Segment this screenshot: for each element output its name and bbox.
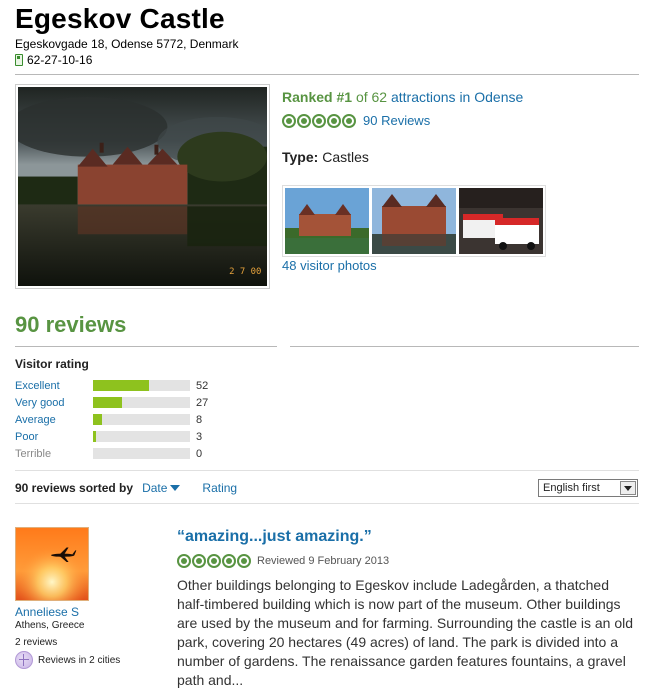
language-select[interactable]: English first [538, 479, 638, 497]
rating-breakdown: Excellent 52 Very good 27 Average 8 Poor 3 Terri… [15, 377, 208, 462]
rating-count: 8 [196, 413, 203, 426]
sort-down-icon [170, 485, 181, 491]
ranked-prefix: Ranked #1 [282, 89, 353, 105]
type-label: Type: [282, 149, 319, 165]
type-value: Castles [322, 149, 369, 165]
review-title[interactable]: “amazing...just amazing.” [177, 528, 372, 546]
rating-label[interactable]: Poor [15, 431, 93, 443]
sort-divider-bottom [15, 503, 639, 504]
language-select-value: English first [543, 482, 600, 494]
bubble-rating-icon [177, 554, 251, 568]
rating-bar-track [93, 448, 190, 459]
rating-row[interactable]: Excellent 52 [15, 377, 208, 394]
phone-icon [15, 54, 23, 66]
chevron-down-icon[interactable] [620, 481, 636, 495]
rating-label[interactable]: Average [15, 414, 93, 426]
reviewer-name[interactable]: Anneliese S [15, 605, 79, 619]
rating-bar-fill [93, 397, 123, 408]
summary-rating: 90 Reviews [282, 113, 430, 128]
visitor-rating-label: Visitor rating [15, 357, 89, 371]
reviews-heading-divider-left [15, 346, 277, 347]
visitor-photos-link[interactable]: 48 visitor photos [282, 258, 377, 273]
bubble-rating-icon [282, 113, 356, 128]
rating-bar-fill [93, 414, 102, 425]
rating-label: Terrible [15, 447, 52, 460]
rating-row[interactable]: Poor 3 [15, 428, 208, 445]
phone-number: 62-27-10-16 [27, 53, 93, 67]
header-divider [15, 74, 639, 75]
ranking: Ranked #1 of 62 attractions in Odense [282, 89, 523, 105]
main-photo[interactable]: 2 7 00 [15, 84, 270, 289]
review-body: Other buildings belonging to Egeskov inc… [177, 577, 634, 688]
rating-bar-fill [93, 431, 96, 442]
rating-bar-track [93, 380, 190, 391]
reviews-heading: 90 reviews [15, 312, 127, 337]
rating-bar-track [93, 431, 190, 442]
phone-row: 62-27-10-16 [15, 53, 92, 67]
thumbnail-photo[interactable] [285, 188, 369, 254]
rating-bar-track [93, 397, 190, 408]
ranked-link[interactable]: attractions in Odense [391, 89, 523, 105]
rating-row: Terrible 0 [15, 445, 208, 462]
reviews-heading-divider-right [290, 346, 639, 347]
rating-count: 52 [196, 379, 209, 392]
rating-row[interactable]: Very good 27 [15, 394, 208, 411]
reviewer-cities: Reviews in 2 cities [15, 651, 120, 669]
rating-count: 0 [196, 447, 203, 460]
sort-divider-top [15, 470, 639, 471]
reviews-link[interactable]: 90 Reviews [363, 113, 430, 128]
globe-icon [15, 651, 33, 669]
rating-count: 3 [196, 430, 203, 443]
page-title: Egeskov Castle [15, 3, 225, 34]
sort-rating-link[interactable]: Rating [202, 481, 237, 495]
address: Egeskovgade 18, Odense 5772, Denmark [15, 37, 239, 51]
reviewer-review-count: 2 reviews [15, 637, 58, 648]
ranked-of: of 62 [355, 89, 388, 105]
sorted-by-label: 90 reviews sorted by [15, 481, 134, 495]
reviewer-location: Athens, Greece [15, 620, 85, 631]
rating-label[interactable]: Excellent [15, 380, 93, 392]
reviewer-cities-text: Reviews in 2 cities [38, 654, 121, 666]
sort-bar: 90 reviews sorted by Date Rating [15, 481, 237, 495]
sort-date-link[interactable]: Date [142, 481, 167, 495]
svg-text:2 7 00: 2 7 00 [229, 267, 261, 277]
photo-thumbnails [282, 185, 546, 257]
avatar[interactable] [15, 527, 89, 601]
review-meta: Reviewed 9 February 2013 [177, 554, 389, 568]
rating-bar-track [93, 414, 190, 425]
attraction-type: Type: Castles [282, 149, 369, 165]
rating-count: 27 [196, 396, 209, 409]
rating-label[interactable]: Very good [15, 397, 93, 409]
review-date: Reviewed 9 February 2013 [257, 555, 390, 567]
rating-row[interactable]: Average 8 [15, 411, 208, 428]
thumbnail-photo[interactable] [459, 188, 543, 254]
rating-bar-fill [93, 380, 150, 391]
thumbnail-photo[interactable] [372, 188, 456, 254]
